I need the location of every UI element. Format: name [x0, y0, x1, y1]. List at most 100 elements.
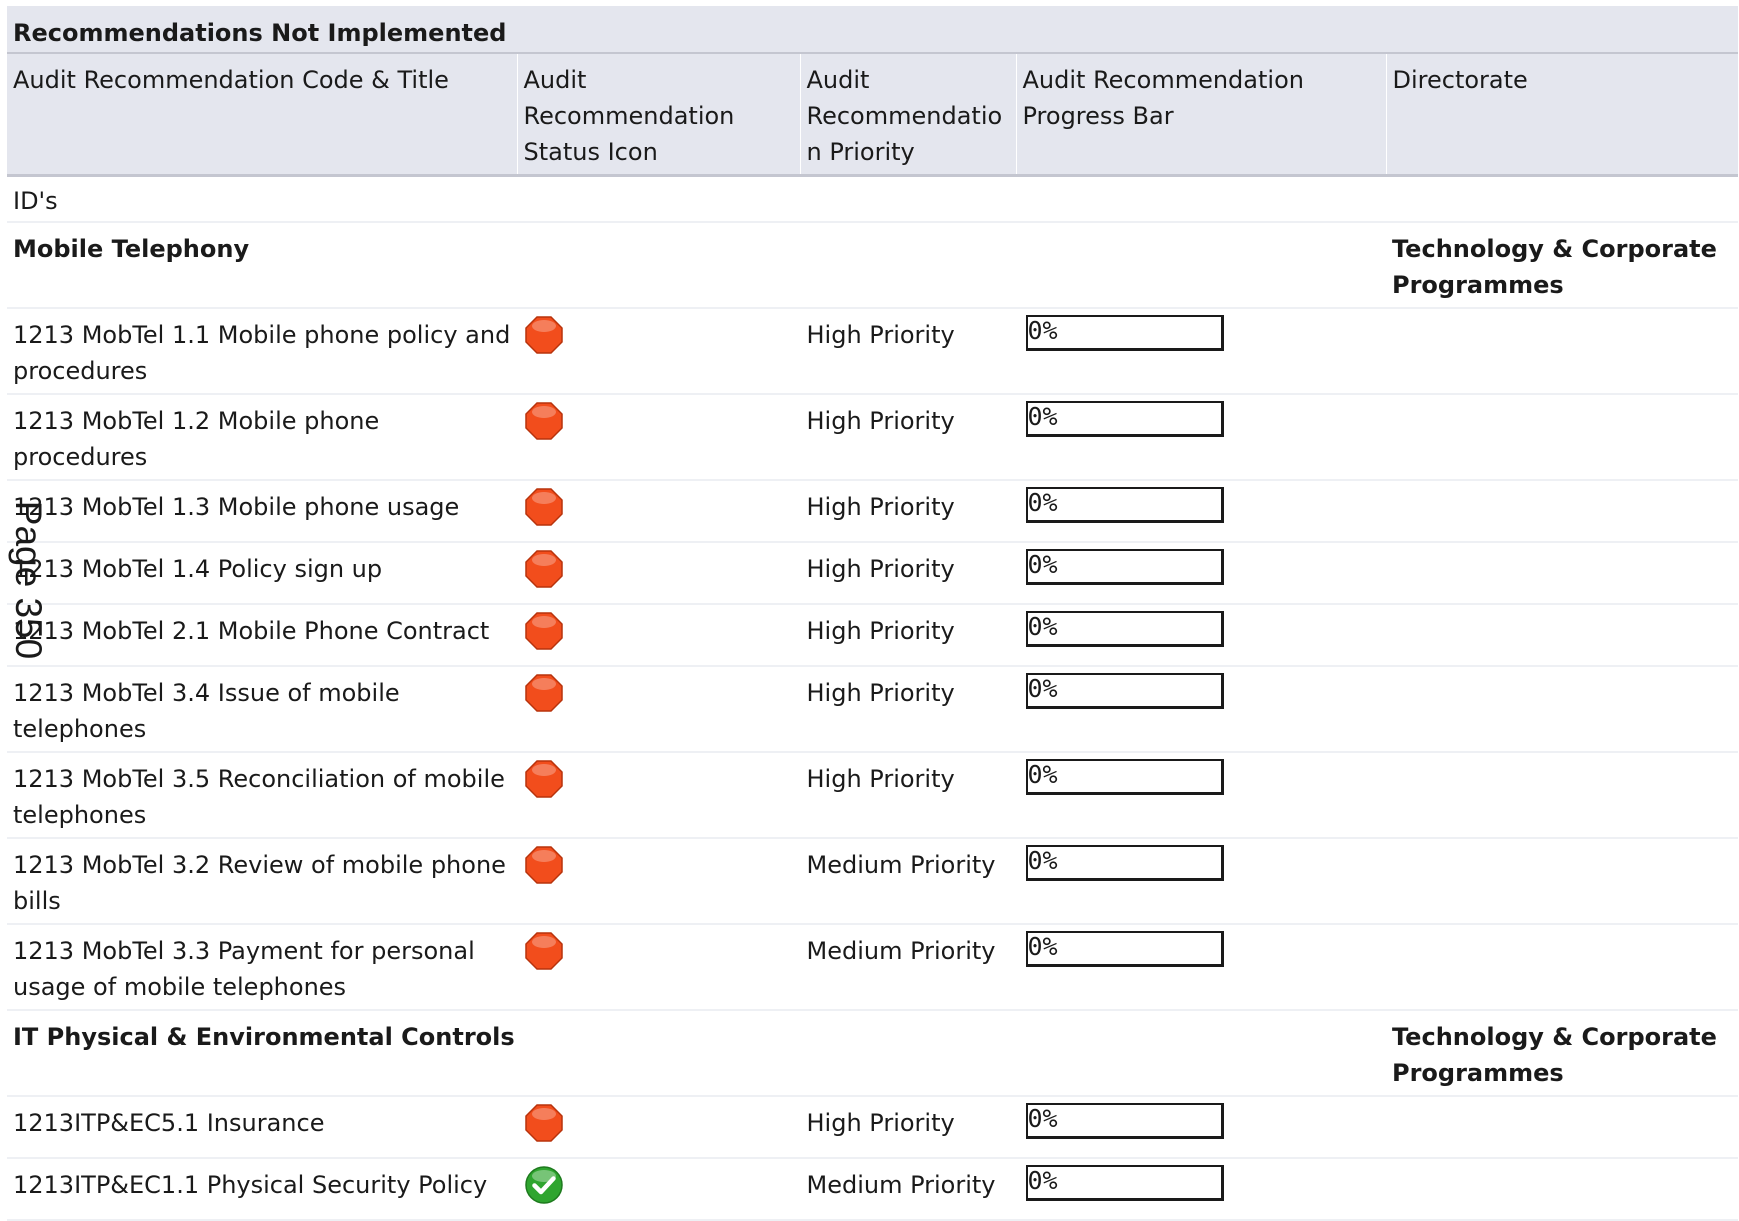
recommendation-progress-cell: 0%	[1016, 542, 1387, 605]
recommendation-progress-cell: 0%	[1016, 394, 1387, 481]
red-octagon-icon	[524, 845, 564, 885]
progress-bar: 0%	[1025, 487, 1224, 523]
recommendation-status-cell	[517, 604, 801, 667]
recommendation-directorate	[1386, 1158, 1738, 1221]
recommendation-status-cell	[517, 542, 801, 605]
progress-bar-label: 0%	[1027, 316, 1058, 345]
recommendation-priority: High Priority	[800, 394, 1017, 481]
column-header-priority: Audit Recommendation Priority	[800, 53, 1017, 177]
recommendation-code-title: 1213 MobTel 3.2 Review of mobile phone b…	[7, 838, 518, 925]
red-octagon-icon	[524, 673, 564, 713]
progress-bar: 0%	[1025, 315, 1224, 351]
recommendation-status-cell	[517, 666, 801, 753]
green-check-icon	[524, 1165, 564, 1205]
recommendation-status-cell	[517, 924, 801, 1011]
progress-bar-label: 0%	[1027, 550, 1058, 579]
recommendation-priority: High Priority	[800, 752, 1017, 839]
progress-bar-label: 0%	[1027, 612, 1058, 641]
ids-label: ID's	[7, 175, 1738, 223]
progress-bar: 0%	[1025, 611, 1224, 647]
progress-bar-label: 0%	[1027, 488, 1058, 517]
column-header-status-icon: Audit Recommendation Status Icon	[517, 53, 801, 177]
recommendation-directorate	[1386, 308, 1738, 395]
progress-bar: 0%	[1025, 931, 1224, 967]
recommendation-progress-cell: 0%	[1016, 838, 1387, 925]
progress-bar: 0%	[1025, 845, 1224, 881]
progress-bar-label: 0%	[1027, 1104, 1058, 1133]
recommendation-progress-cell: 0%	[1016, 480, 1387, 543]
progress-bar: 0%	[1025, 759, 1224, 795]
table-row: 1213ITP&EC1.1 Physical Security Policy Me…	[7, 1158, 1738, 1221]
recommendation-code-title: 1213ITP&EC5.1 Insurance	[7, 1096, 518, 1159]
red-octagon-icon	[524, 487, 564, 527]
recommendation-code-title: 1213 MobTel 1.4 Policy sign up	[7, 542, 518, 605]
table-row: 1213 MobTel 1.4 Policy sign up High Prior…	[7, 542, 1738, 605]
recommendation-code-title: 1213 MobTel 3.5 Reconciliation of mobile…	[7, 752, 518, 839]
group-row: IT Physical & Environmental Controls Tech…	[7, 1010, 1738, 1097]
red-octagon-icon	[524, 401, 564, 441]
progress-bar-label: 0%	[1027, 674, 1058, 703]
table-title-row: Recommendations Not Implemented	[7, 6, 1738, 54]
recommendation-code-title: 1213 MobTel 3.3 Payment for personal usa…	[7, 924, 518, 1011]
progress-bar: 0%	[1025, 401, 1224, 437]
red-octagon-icon	[524, 315, 564, 355]
recommendation-progress-cell: 0%	[1016, 1158, 1387, 1221]
recommendation-status-cell	[517, 838, 801, 925]
progress-bar-label: 0%	[1027, 932, 1058, 961]
group-name: IT Physical & Environmental Controls	[7, 1010, 1386, 1097]
progress-bar-label: 0%	[1027, 402, 1058, 431]
recommendation-progress-cell: 0%	[1016, 1096, 1387, 1159]
recommendation-directorate	[1386, 666, 1738, 753]
recommendation-status-cell	[517, 752, 801, 839]
recommendation-directorate	[1386, 1096, 1738, 1159]
recommendation-priority: High Priority	[800, 308, 1017, 395]
group-row: Mobile Telephony Technology & Corporate P…	[7, 222, 1738, 309]
recommendation-directorate	[1386, 542, 1738, 605]
ids-row: ID's	[7, 175, 1738, 223]
recommendation-directorate	[1386, 838, 1738, 925]
red-octagon-icon	[524, 611, 564, 651]
recommendation-code-title: 1213 MobTel 3.4 Issue of mobile telephon…	[7, 666, 518, 753]
group-name: Mobile Telephony	[7, 222, 1386, 309]
recommendation-priority: High Priority	[800, 666, 1017, 753]
recommendation-status-cell	[517, 1158, 801, 1221]
column-header-directorate: Directorate	[1386, 53, 1738, 177]
recommendation-priority: High Priority	[800, 480, 1017, 543]
table-row: 1213 MobTel 1.3 Mobile phone usage High P…	[7, 480, 1738, 543]
recommendation-progress-cell: 0%	[1016, 308, 1387, 395]
table-row: 1213 MobTel 1.2 Mobile phone procedures H…	[7, 394, 1738, 481]
recommendation-progress-cell: 0%	[1016, 604, 1387, 667]
recommendation-directorate	[1386, 752, 1738, 839]
red-octagon-icon	[524, 759, 564, 799]
progress-bar: 0%	[1025, 673, 1224, 709]
column-header-progress-bar: Audit Recommendation Progress Bar	[1016, 53, 1387, 177]
recommendation-code-title: 1213ITP&EC1.1 Physical Security Policy	[7, 1158, 518, 1221]
recommendations-table: Recommendations Not Implemented Audit Re…	[7, 6, 1738, 1221]
group-directorate: Technology & Corporate Programmes	[1386, 1010, 1738, 1097]
recommendation-status-cell	[517, 1096, 801, 1159]
table-row: 1213 MobTel 3.2 Review of mobile phone b…	[7, 838, 1738, 925]
group-directorate: Technology & Corporate Programmes	[1386, 222, 1738, 309]
table-row: 1213 MobTel 2.1 Mobile Phone Contract Hig…	[7, 604, 1738, 667]
red-octagon-icon	[524, 931, 564, 971]
progress-bar-label: 0%	[1027, 1166, 1058, 1195]
recommendation-status-cell	[517, 394, 801, 481]
red-octagon-icon	[524, 1103, 564, 1143]
table-row: 1213 MobTel 3.3 Payment for personal usa…	[7, 924, 1738, 1011]
table-body: ID's Mobile Telephony Technology & Corpor…	[7, 175, 1738, 1221]
recommendation-progress-cell: 0%	[1016, 924, 1387, 1011]
progress-bar-label: 0%	[1027, 760, 1058, 789]
progress-bar: 0%	[1025, 1103, 1224, 1139]
recommendation-priority: High Priority	[800, 542, 1017, 605]
recommendation-status-cell	[517, 480, 801, 543]
recommendation-priority: High Priority	[800, 1096, 1017, 1159]
column-header-row: Audit Recommendation Code & Title Audit …	[7, 53, 1738, 177]
recommendation-progress-cell: 0%	[1016, 666, 1387, 753]
recommendation-priority: Medium Priority	[800, 1158, 1017, 1221]
column-header-code-title: Audit Recommendation Code & Title	[7, 53, 518, 177]
progress-bar: 0%	[1025, 549, 1224, 585]
recommendation-progress-cell: 0%	[1016, 752, 1387, 839]
recommendation-code-title: 1213 MobTel 1.1 Mobile phone policy and …	[7, 308, 518, 395]
recommendation-directorate	[1386, 394, 1738, 481]
recommendation-code-title: 1213 MobTel 2.1 Mobile Phone Contract	[7, 604, 518, 667]
